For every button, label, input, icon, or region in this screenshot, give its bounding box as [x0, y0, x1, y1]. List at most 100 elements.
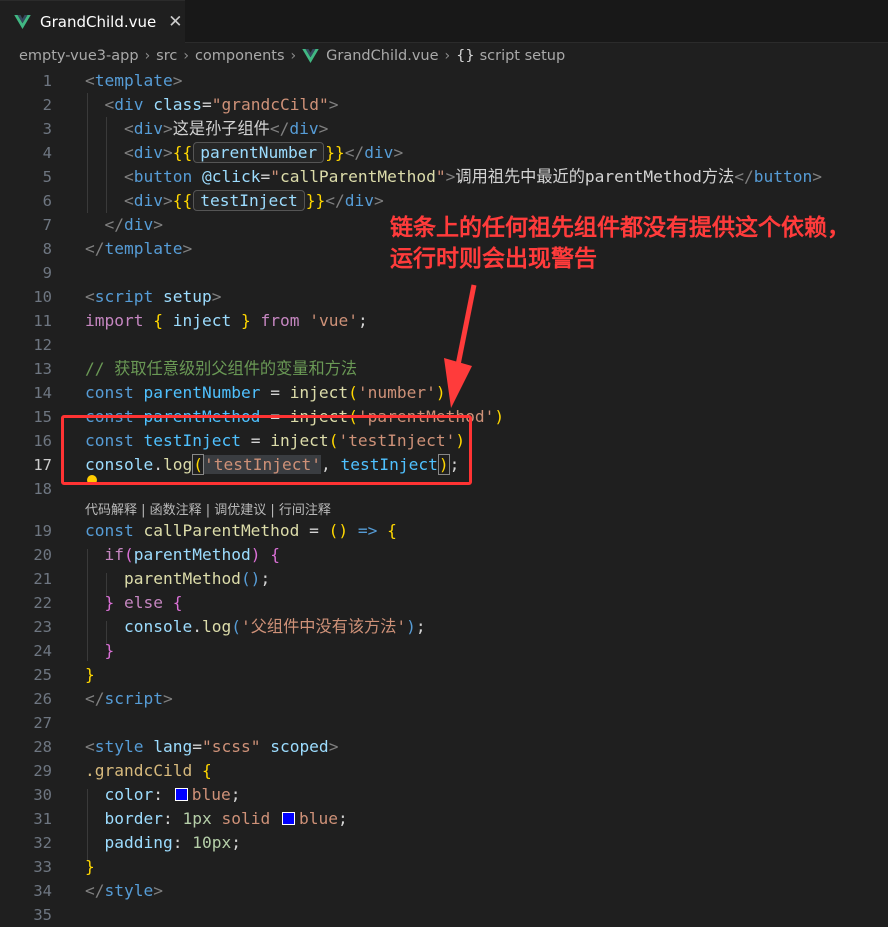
code-line: 23 console.log('父组件中没有该方法');: [0, 615, 888, 639]
code-line: 27: [0, 711, 888, 735]
line-number: 4: [42, 144, 52, 162]
code-line: 11 import { inject } from 'vue';: [0, 309, 888, 333]
line-number: 15: [33, 408, 52, 426]
code-line: 4 <div>{{parentNumber}}</div>: [0, 141, 888, 165]
line-number: 24: [33, 642, 52, 660]
codelens-actions[interactable]: 代码解释 | 函数注释 | 调优建议 | 行间注释: [85, 499, 331, 518]
breadcrumb-item-file[interactable]: GrandChild.vue: [326, 48, 438, 64]
code-line: 33}: [0, 855, 888, 879]
line-number: 35: [33, 906, 52, 924]
code-line: 21 parentMethod();: [0, 567, 888, 591]
css-value: 10px: [192, 833, 232, 852]
line-number: 31: [33, 810, 52, 828]
annotation-highlight-box: [61, 415, 472, 485]
code-line: 3 <div>这是孙子组件</div>: [0, 117, 888, 141]
module-name: vue: [318, 311, 349, 330]
css-selector: .grandcCild: [85, 761, 193, 780]
code-line: 14 const parentNumber = inject('number'): [0, 381, 888, 405]
chevron-right-icon: ›: [183, 48, 189, 64]
color-swatch-icon[interactable]: [281, 812, 295, 825]
css-value: blue: [191, 785, 231, 804]
code-line: 25}: [0, 663, 888, 687]
close-icon[interactable]: ✕: [168, 12, 182, 32]
breadcrumb-item-components[interactable]: components: [195, 48, 285, 64]
vue-logo-icon: [302, 49, 319, 63]
breadcrumb-item-project[interactable]: empty-vue3-app: [19, 48, 139, 64]
chevron-right-icon: ›: [144, 48, 151, 64]
line-number: 3: [42, 120, 52, 138]
code-editor[interactable]: 1 <template> 2 <div class="grandcCild"> 3…: [0, 69, 888, 924]
code-line: 26 </script>: [0, 687, 888, 711]
code-comment: // 获取任意级别父组件的变量和方法: [85, 359, 358, 378]
code-line: 6 <div>{{testInject}}</div>: [0, 189, 888, 213]
tab-label: GrandChild.vue: [40, 13, 157, 31]
line-number: 2: [42, 96, 52, 114]
code-line: 31 border: 1px solid blue;: [0, 807, 888, 831]
line-number: 27: [33, 714, 52, 732]
line-number: 28: [33, 738, 52, 756]
line-number: 34: [33, 882, 52, 900]
line-number: 23: [33, 618, 52, 636]
chevron-right-icon: ›: [444, 48, 451, 64]
inject-key: number: [367, 383, 427, 402]
tab-grandchild-vue[interactable]: GrandChild.vue ✕: [0, 0, 185, 43]
line-number: 29: [33, 762, 52, 780]
chevron-right-icon: ›: [290, 48, 297, 64]
tab-bar: GrandChild.vue ✕: [0, 0, 888, 43]
log-message: 父组件中没有该方法: [250, 617, 397, 636]
css-value: blue: [298, 809, 338, 828]
css-value: 1px: [182, 809, 212, 828]
breadcrumb: empty-vue3-app › src › components › Gran…: [0, 43, 888, 69]
line-number: 13: [33, 360, 52, 378]
line-number: 22: [33, 594, 52, 612]
code-line: 29 .grandcCild {: [0, 759, 888, 783]
breadcrumb-item-script-setup[interactable]: script setup: [480, 48, 566, 64]
template-text: 调用祖先中最近的parentMethod方法: [455, 167, 735, 186]
inline-variable-chip: parentNumber: [193, 142, 325, 163]
line-number: 11: [33, 312, 52, 330]
code-line: 30 color: blue;: [0, 783, 888, 807]
line-number: 12: [33, 336, 52, 354]
line-number: 10: [33, 288, 52, 306]
annotation-text: 链条上的任何祖先组件都没有提供这个依赖，运行时则会出现警告: [390, 215, 850, 272]
braces-icon: {}: [456, 48, 475, 64]
line-number: 25: [33, 666, 52, 684]
line-number: 7: [42, 216, 52, 234]
line-number: 1: [42, 72, 52, 90]
code-line: 12: [0, 333, 888, 357]
line-number: 16: [33, 432, 52, 450]
color-swatch-icon[interactable]: [174, 788, 188, 801]
code-line: 35: [0, 903, 888, 927]
line-number: 26: [33, 690, 52, 708]
code-line: 32 padding: 10px;: [0, 831, 888, 855]
code-line: 5 <button @click="callParentMethod">调用祖先…: [0, 165, 888, 189]
line-number: 6: [42, 192, 52, 210]
code-line: 28 <style lang="scss" scoped>: [0, 735, 888, 759]
code-line: 20 if(parentMethod) {: [0, 543, 888, 567]
line-number: 17: [33, 456, 52, 474]
style-lang: scss: [211, 737, 251, 756]
line-number: 19: [33, 522, 52, 540]
line-number: 8: [42, 240, 52, 258]
click-handler: callParentMethod: [279, 167, 436, 186]
code-line: 34 </style>: [0, 879, 888, 903]
code-line: 22 } else {: [0, 591, 888, 615]
class-name: grandcCild: [221, 95, 319, 114]
code-line: 24 }: [0, 639, 888, 663]
line-number: 21: [33, 570, 52, 588]
line-number: 30: [33, 786, 52, 804]
vue-logo-icon: [14, 15, 31, 29]
line-number: 5: [42, 168, 52, 186]
line-number: 18: [33, 480, 52, 498]
inline-variable-chip: testInject: [193, 190, 305, 211]
template-text: 这是孙子组件: [172, 119, 270, 138]
breadcrumb-item-src[interactable]: src: [156, 48, 177, 64]
line-number: 32: [33, 834, 52, 852]
code-line: 19 const callParentMethod = () => {: [0, 519, 888, 543]
code-line: 2 <div class="grandcCild">: [0, 93, 888, 117]
line-number: 33: [33, 858, 52, 876]
line-number: 20: [33, 546, 52, 564]
line-number: 14: [33, 384, 52, 402]
code-line: 13 // 获取任意级别父组件的变量和方法: [0, 357, 888, 381]
code-line: 1 <template>: [0, 69, 888, 93]
